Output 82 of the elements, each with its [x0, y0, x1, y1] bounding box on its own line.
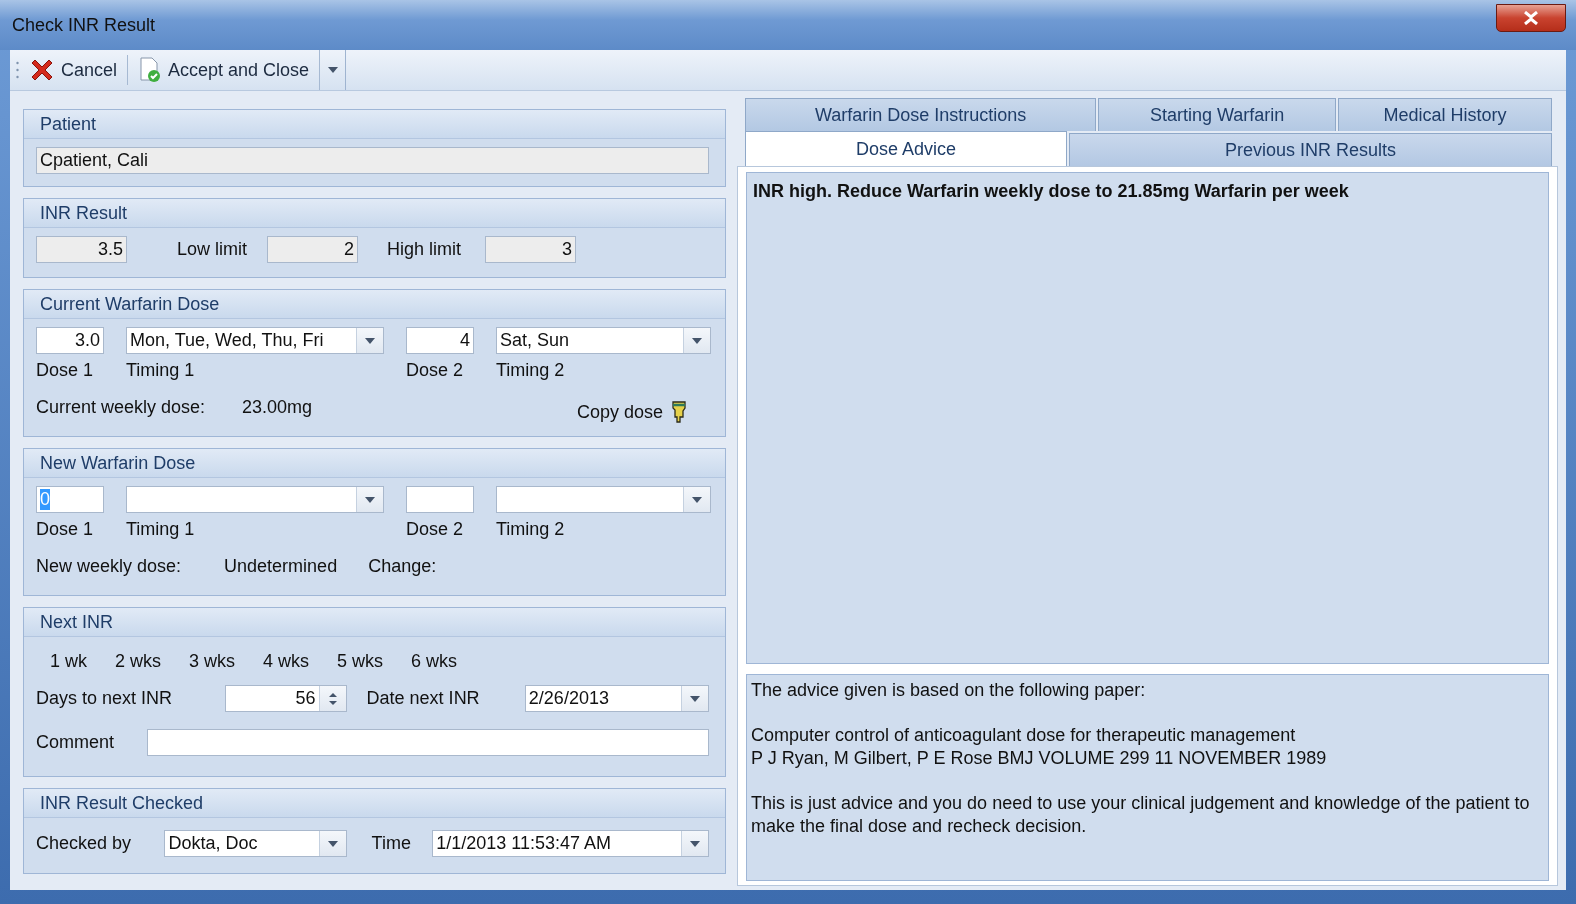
tab[interactable]: Previous INR Results: [1069, 133, 1552, 166]
tab[interactable]: Starting Warfarin: [1098, 98, 1337, 131]
dropdown-button[interactable]: [356, 487, 383, 512]
interval-option[interactable]: 6 wks: [411, 651, 458, 672]
field-label: Low limit: [177, 239, 247, 260]
section-title: INR Result Checked: [40, 792, 204, 814]
checked-by-combo[interactable]: Dokta, Doc: [164, 830, 347, 857]
field-label: Dose 2: [406, 360, 465, 381]
field-label: Dose 1: [36, 360, 95, 381]
caret-icon: [327, 67, 338, 73]
field-label: Checked by: [36, 833, 133, 854]
advice-text: INR high. Reduce Warfarin weekly dose to 21.85mg Warfarin per week: [753, 181, 1349, 201]
weekly-dose-value: 23.00mg: [242, 396, 313, 418]
field-label: High limit: [387, 239, 462, 260]
cancel-button[interactable]: Cancel: [21, 52, 126, 88]
caret-icon: [327, 840, 338, 847]
time-combo[interactable]: 1/1/2013 11:53:47 AM: [432, 830, 709, 857]
field-label: Timing 2: [496, 360, 566, 381]
window-title: Check INR Result: [12, 14, 156, 36]
caret-icon: [365, 337, 375, 344]
reference-text: The advice given is based on the following paper:: [751, 679, 1147, 702]
date-combo[interactable]: 2/26/2013: [524, 685, 709, 712]
section-title: INR Result: [40, 202, 128, 224]
timing-combo[interactable]: Mon, Tue, Wed, Thu, Fri: [126, 327, 384, 354]
field-label: Date next INR: [366, 688, 481, 709]
field-label: Dose 2: [406, 519, 465, 540]
dropdown-button[interactable]: [681, 831, 708, 856]
dropdown-button[interactable]: [318, 831, 346, 856]
field-label: Days to next INR: [36, 688, 174, 709]
document-check-icon: [138, 57, 163, 83]
hand-icon: [671, 401, 687, 423]
inr-field[interactable]: 3.5: [36, 236, 127, 263]
dose-field[interactable]: [406, 486, 474, 513]
field-label: Current weekly dose:: [36, 396, 206, 418]
caret-icon: [690, 695, 700, 702]
high-limit-field[interactable]: 3: [485, 236, 577, 263]
dropdown-button[interactable]: [683, 328, 710, 353]
copy-dose-button[interactable]: Copy dose: [576, 401, 687, 423]
field-label: Change:: [368, 556, 437, 577]
close-icon: [1523, 11, 1539, 25]
spin-button[interactable]: [318, 686, 346, 711]
field-label: Timing 1: [126, 519, 196, 540]
dropdown-button[interactable]: [681, 686, 708, 711]
dose-field[interactable]: 4: [406, 327, 474, 354]
section-title: Next INR: [40, 611, 113, 633]
reference-text: This is just advice and you do need to use your clinical judgement and knowledge of the patient to make the final dose and recheck decision.: [751, 792, 1531, 838]
tab[interactable]: Dose Advice: [745, 131, 1068, 166]
timing-combo[interactable]: Sat, Sun: [496, 327, 711, 354]
tab[interactable]: Warfarin Dose Instructions: [745, 98, 1097, 131]
days-spinner[interactable]: 56: [225, 685, 347, 712]
section-title: Current Warfarin Dose: [40, 293, 220, 315]
field-label: Dose 1: [36, 519, 95, 540]
up-down-icon: [328, 691, 337, 706]
caret-icon: [692, 496, 702, 503]
section-title: New Warfarin Dose: [40, 452, 196, 474]
dropdown-button[interactable]: [356, 328, 383, 353]
tab[interactable]: Medical History: [1338, 98, 1552, 131]
interval-option[interactable]: 2 wks: [115, 651, 162, 672]
comment-field[interactable]: [147, 729, 709, 756]
weekly-dose-value: Undetermined: [224, 556, 338, 577]
accept-button[interactable]: Accept and Close: [130, 52, 318, 88]
dose-field[interactable]: 3.0: [36, 327, 104, 354]
field-label: New weekly dose:: [36, 556, 182, 577]
interval-option[interactable]: 3 wks: [189, 651, 236, 672]
field-label: Timing 1: [126, 360, 196, 381]
reference-text: Computer control of anticoagulant dose for therapeutic management P J Ryan, M Gilbert, P E Rose BMJ VOLUME 299 11 NOVEMBER 1989: [751, 724, 1328, 770]
patient-field[interactable]: Cpatient, Cali: [36, 147, 709, 174]
interval-option[interactable]: 1 wk: [50, 651, 87, 672]
section-title: Patient: [40, 113, 97, 135]
dropdown-button[interactable]: [683, 487, 710, 512]
close-icon: [29, 57, 55, 83]
caret-icon: [690, 840, 700, 847]
interval-option[interactable]: 5 wks: [337, 651, 384, 672]
interval-option[interactable]: 4 wks: [263, 651, 310, 672]
close-button[interactable]: [1496, 4, 1566, 32]
caret-icon: [692, 337, 702, 344]
caret-icon: [365, 496, 375, 503]
grip-icon: [16, 60, 19, 80]
low-limit-field[interactable]: 2: [267, 236, 358, 263]
field-label: Time: [371, 833, 412, 854]
field-label: Comment: [36, 732, 116, 753]
field-label: Timing 2: [496, 519, 566, 540]
